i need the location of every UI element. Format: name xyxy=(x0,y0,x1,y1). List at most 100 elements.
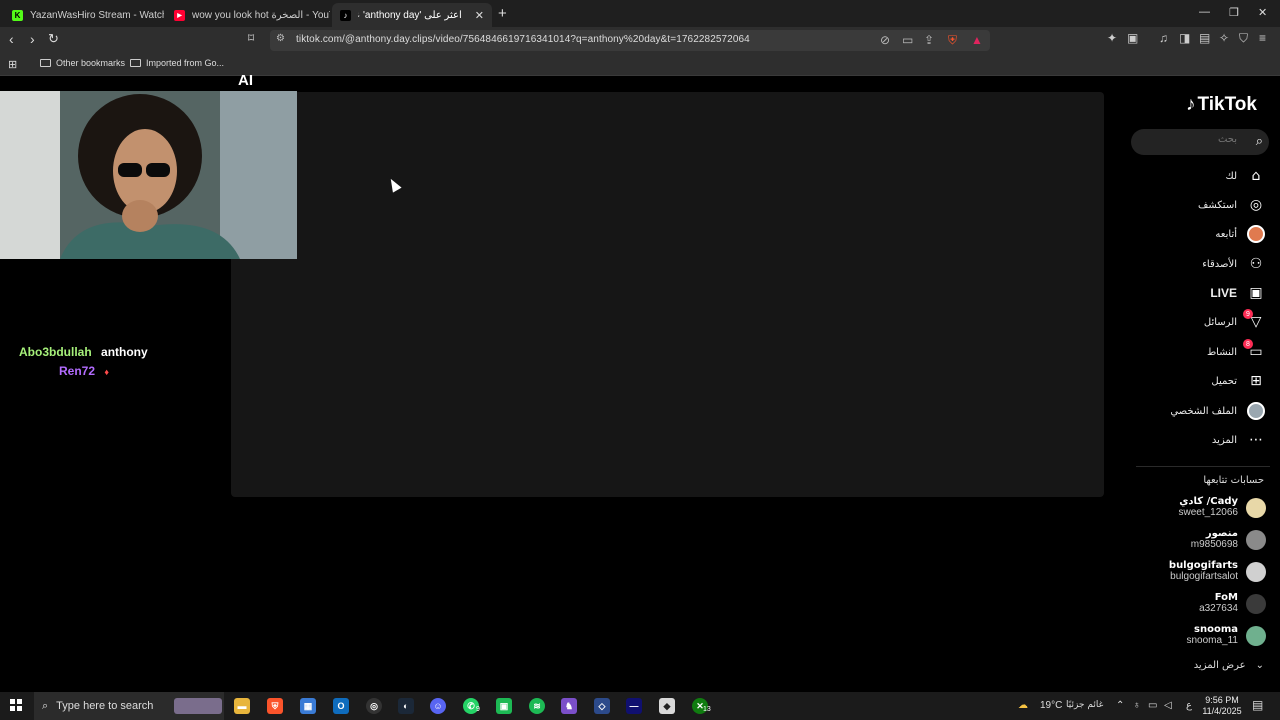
avatar[interactable] xyxy=(1246,626,1266,646)
tab-title: YazanWasHiro Stream - Watch Live o xyxy=(30,9,164,21)
see-more-button[interactable]: عرض المزيد ⌄ xyxy=(1194,660,1264,671)
notifications-icon[interactable]: ▤ xyxy=(1252,698,1263,712)
following-account[interactable]: منصور m9850698 xyxy=(1118,528,1238,550)
compass-icon: ◎ xyxy=(1249,197,1263,213)
spotify-icon[interactable]: ≋ xyxy=(529,698,545,714)
close-tab-icon[interactable]: ✕ xyxy=(475,9,484,22)
site-settings-icon[interactable]: ⚙ xyxy=(276,33,285,44)
leo-ai-icon[interactable]: ✧ xyxy=(1219,31,1229,45)
nav-activity[interactable]: النشاط ▭ 8 xyxy=(1140,339,1265,362)
following-account[interactable]: FoM a327634 xyxy=(1118,592,1238,614)
windows-start-icon[interactable] xyxy=(10,699,22,711)
network-icon[interactable]: ▭ xyxy=(1148,700,1157,711)
reload-icon[interactable]: ↻ xyxy=(48,31,59,47)
nav-profile[interactable]: الملف الشخصي xyxy=(1140,401,1265,421)
account-handle: a327634 xyxy=(1199,603,1238,614)
file-explorer-icon[interactable]: ▬ xyxy=(234,698,250,714)
media-icon[interactable]: ♫ xyxy=(1159,31,1168,45)
bookmark-other[interactable]: Other bookmarks xyxy=(40,58,125,68)
url-text: tiktok.com/@anthony.day.clips/video/7564… xyxy=(296,34,750,45)
avatar[interactable] xyxy=(1246,530,1266,550)
search-input[interactable] xyxy=(1142,134,1237,145)
account-name: منصور xyxy=(1205,528,1238,539)
folder-icon xyxy=(130,59,141,67)
see-more-label: عرض المزيد xyxy=(1193,660,1246,671)
search-highlight-image[interactable] xyxy=(174,698,222,714)
app-icon[interactable]: ▣ xyxy=(496,698,512,714)
account-handle: sweet_12066 xyxy=(1178,507,1239,518)
upload-icon: ⊞ xyxy=(1250,373,1262,389)
nav-upload[interactable]: تحميل ⊞ xyxy=(1140,371,1265,391)
cast-icon[interactable]: ▭ xyxy=(902,33,913,47)
nav-label: تحميل xyxy=(1211,375,1237,387)
app-icon[interactable]: ◎ xyxy=(366,698,382,714)
kick-favicon-icon: K xyxy=(12,9,23,21)
browser-toolbar: ‹ › ↻ ⌑ ⚙ tiktok.com/@anthony.day.clips/… xyxy=(0,27,1280,53)
chat-text: anthony xyxy=(101,345,148,359)
roblox-icon[interactable]: ◆ xyxy=(659,698,675,714)
search-box[interactable]: ⌕ xyxy=(1131,129,1269,155)
wallet-icon[interactable]: ▤ xyxy=(1199,31,1210,45)
brave-rewards-icon[interactable]: ▲ xyxy=(971,33,983,47)
weather-text[interactable]: غائم جزئيًا xyxy=(1066,700,1103,710)
brave-shields-icon[interactable]: ⛨ xyxy=(948,33,957,48)
share-icon[interactable]: ⇪ xyxy=(924,33,934,47)
tab-youtube[interactable]: ▶ wow you look hot الصخرة - YouTube xyxy=(166,3,330,27)
following-account[interactable]: bulgogifarts bulgogifartsalot xyxy=(1118,560,1238,582)
menu-icon[interactable]: ≡ xyxy=(1259,31,1266,45)
apps-grid-icon[interactable]: ⊞ xyxy=(8,58,17,71)
extensions-icon[interactable]: ✦ xyxy=(1107,31,1117,45)
chat-username: Abo3bdullah xyxy=(19,345,92,359)
chevron-up-icon[interactable]: ⌃ xyxy=(1116,700,1124,711)
more-icon: ⋯ xyxy=(1249,432,1263,448)
game-icon[interactable]: ♞ xyxy=(561,698,577,714)
bookmark-imported[interactable]: Imported from Go... xyxy=(130,58,224,68)
vpn-icon[interactable]: ⛉ xyxy=(1239,31,1248,46)
nav-messages[interactable]: الرسائل ▽ 9 xyxy=(1140,309,1265,332)
nav-for-you[interactable]: لك ⌂ xyxy=(1140,166,1265,186)
app-icon[interactable]: — xyxy=(626,698,642,714)
close-window-icon[interactable]: ✕ xyxy=(1258,6,1267,19)
avatar[interactable] xyxy=(1246,594,1266,614)
back-icon[interactable]: ‹ xyxy=(9,31,14,47)
store-icon[interactable]: ▦ xyxy=(300,698,316,714)
nav-explore[interactable]: استكشف ◎ xyxy=(1140,195,1265,215)
minimize-icon[interactable]: — xyxy=(1199,6,1210,18)
no-translate-icon[interactable]: ⊘ xyxy=(880,33,890,47)
stream-overlay-label: AI xyxy=(238,72,253,89)
clock[interactable]: 9:56 PM 11/4/2025 xyxy=(1200,695,1244,717)
forward-icon[interactable]: › xyxy=(30,31,35,47)
nav-label: استكشف xyxy=(1198,199,1237,211)
language-indicator[interactable]: ع xyxy=(1186,700,1192,711)
tiktok-logo[interactable]: ♪ TikTok xyxy=(1186,94,1257,116)
screenshot-icon[interactable]: ▣ xyxy=(1127,31,1138,45)
nav-friends[interactable]: الأصدقاء ⚇ xyxy=(1140,254,1265,274)
app-icon[interactable]: ◇ xyxy=(594,698,610,714)
tab-kick[interactable]: K YazanWasHiro Stream - Watch Live o xyxy=(4,3,164,27)
address-bar[interactable]: ⚙ tiktok.com/@anthony.day.clips/video/75… xyxy=(270,30,990,51)
video-player[interactable] xyxy=(231,92,1104,497)
nav-label: أتابعه xyxy=(1215,228,1237,240)
avatar[interactable] xyxy=(1246,562,1266,582)
weather-icon: ☁ xyxy=(1018,700,1028,711)
sidebar-icon[interactable]: ◨ xyxy=(1179,31,1190,45)
nav-live[interactable]: LIVE ▣ xyxy=(1140,283,1265,303)
discord-icon[interactable]: ☺ xyxy=(430,698,446,714)
microphone-icon[interactable]: ♁ xyxy=(1133,700,1141,711)
following-account[interactable]: snooma snooma_11 xyxy=(1118,624,1238,646)
nav-following[interactable]: أتابعه xyxy=(1140,224,1265,244)
account-handle: m9850698 xyxy=(1190,539,1238,550)
nav-more[interactable]: المزيد ⋯ xyxy=(1140,430,1265,450)
brave-browser-icon[interactable]: ⛨ xyxy=(267,698,283,714)
steam-icon[interactable]: ◐ xyxy=(398,698,414,714)
bookmark-icon[interactable]: ⌑ xyxy=(248,31,254,45)
tab-tiktok[interactable]: ♪ اعثر على 'anthony day' على TikTok ✕ xyxy=(332,3,492,27)
outlook-icon[interactable]: O xyxy=(333,698,349,714)
following-account[interactable]: كادي /Cady sweet_12066 xyxy=(1118,496,1239,518)
restore-icon[interactable]: ❐ xyxy=(1229,6,1239,19)
avatar[interactable] xyxy=(1246,498,1266,518)
volume-icon[interactable]: ◁ xyxy=(1164,700,1172,711)
weather-temp[interactable]: 19°C xyxy=(1040,700,1062,711)
search-icon[interactable]: ⌕ xyxy=(1256,133,1263,149)
new-tab-button[interactable]: + xyxy=(498,5,507,22)
